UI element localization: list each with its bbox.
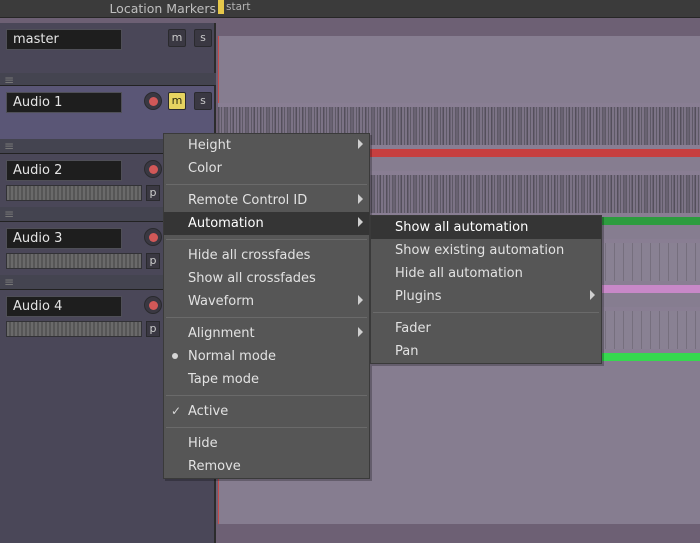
menu-label: Remote Control ID: [188, 193, 307, 208]
track-context-menu[interactable]: Height Color Remote Control ID Automatio…: [163, 133, 370, 479]
menu-item-show-crossfades[interactable]: Show all crossfades: [164, 267, 369, 290]
track-name-input[interactable]: Audio 3: [6, 228, 122, 249]
menu-separator: [166, 239, 367, 240]
mute-button[interactable]: m: [168, 29, 186, 47]
plugin-strip[interactable]: [6, 185, 142, 201]
menu-separator: [166, 184, 367, 185]
automation-submenu[interactable]: Show all automation Show existing automa…: [370, 215, 602, 364]
menu-item-plugins[interactable]: Plugins: [371, 285, 601, 308]
menu-label: Show all automation: [395, 220, 528, 235]
menu-label: Waveform: [188, 294, 254, 309]
record-arm-button[interactable]: [144, 92, 162, 110]
submenu-arrow-icon: [358, 194, 363, 204]
menu-separator: [166, 395, 367, 396]
track-name-input[interactable]: Audio 2: [6, 160, 122, 181]
record-arm-button[interactable]: [144, 228, 162, 246]
plugin-strip[interactable]: [6, 321, 142, 337]
menu-item-show-all-automation[interactable]: Show all automation: [371, 216, 601, 239]
track-name-input[interactable]: master: [6, 29, 122, 50]
menu-item-hide-all-automation[interactable]: Hide all automation: [371, 262, 601, 285]
menu-label: Pan: [395, 344, 418, 359]
menu-item-color[interactable]: Color: [164, 157, 369, 180]
submenu-arrow-icon: [358, 217, 363, 227]
menu-label: Color: [188, 161, 222, 176]
menu-item-height[interactable]: Height: [164, 134, 369, 157]
mute-button[interactable]: m: [168, 92, 186, 110]
menu-item-show-existing-automation[interactable]: Show existing automation: [371, 239, 601, 262]
menu-item-hide[interactable]: Hide: [164, 432, 369, 455]
menu-label: Tape mode: [188, 372, 259, 387]
playlist-button[interactable]: p: [146, 185, 160, 201]
playlist-button[interactable]: p: [146, 253, 160, 269]
track-name-input[interactable]: Audio 4: [6, 296, 122, 317]
menu-item-remote-control-id[interactable]: Remote Control ID: [164, 189, 369, 212]
menu-label: Automation: [188, 216, 264, 231]
menu-label: Plugins: [395, 289, 442, 304]
menu-label: Active: [188, 404, 228, 419]
menu-label: Hide: [188, 436, 218, 451]
check-icon: ✓: [171, 404, 181, 419]
submenu-arrow-icon: [358, 295, 363, 305]
menu-label: Normal mode: [188, 349, 276, 364]
menu-separator: [373, 312, 599, 313]
radio-selected-icon: [172, 353, 178, 359]
solo-button[interactable]: s: [194, 29, 212, 47]
menu-item-tape-mode[interactable]: Tape mode: [164, 368, 369, 391]
menu-item-automation[interactable]: Automation: [164, 212, 369, 235]
location-markers-ruler[interactable]: Location Markers start: [0, 0, 700, 18]
playlist-button[interactable]: p: [146, 321, 160, 337]
record-arm-button[interactable]: [144, 160, 162, 178]
menu-item-normal-mode[interactable]: Normal mode: [164, 345, 369, 368]
menu-item-remove[interactable]: Remove: [164, 455, 369, 478]
menu-label: Hide all automation: [395, 266, 523, 281]
menu-item-fader[interactable]: Fader: [371, 317, 601, 340]
submenu-arrow-icon: [358, 327, 363, 337]
location-markers-label: Location Markers: [109, 1, 216, 16]
menu-label: Hide all crossfades: [188, 248, 310, 263]
menu-label: Show all crossfades: [188, 271, 316, 286]
menu-label: Fader: [395, 321, 431, 336]
submenu-arrow-icon: [590, 290, 595, 300]
track-name-input[interactable]: Audio 1: [6, 92, 122, 113]
menu-item-active[interactable]: ✓ Active: [164, 400, 369, 423]
start-marker-label[interactable]: start: [226, 1, 250, 13]
menu-item-waveform[interactable]: Waveform: [164, 290, 369, 313]
menu-item-pan[interactable]: Pan: [371, 340, 601, 363]
menu-separator: [166, 427, 367, 428]
track-header-audio-1[interactable]: Audio 1 m s: [0, 85, 216, 139]
submenu-arrow-icon: [358, 139, 363, 149]
menu-separator: [166, 317, 367, 318]
menu-item-alignment[interactable]: Alignment: [164, 322, 369, 345]
record-arm-button[interactable]: [144, 296, 162, 314]
menu-label: Remove: [188, 459, 241, 474]
plugin-strip[interactable]: [6, 253, 142, 269]
menu-item-hide-crossfades[interactable]: Hide all crossfades: [164, 244, 369, 267]
menu-label: Height: [188, 138, 231, 153]
menu-label: Alignment: [188, 326, 255, 341]
start-marker-flag[interactable]: [218, 0, 224, 14]
solo-button[interactable]: s: [194, 92, 212, 110]
menu-label: Show existing automation: [395, 243, 564, 258]
